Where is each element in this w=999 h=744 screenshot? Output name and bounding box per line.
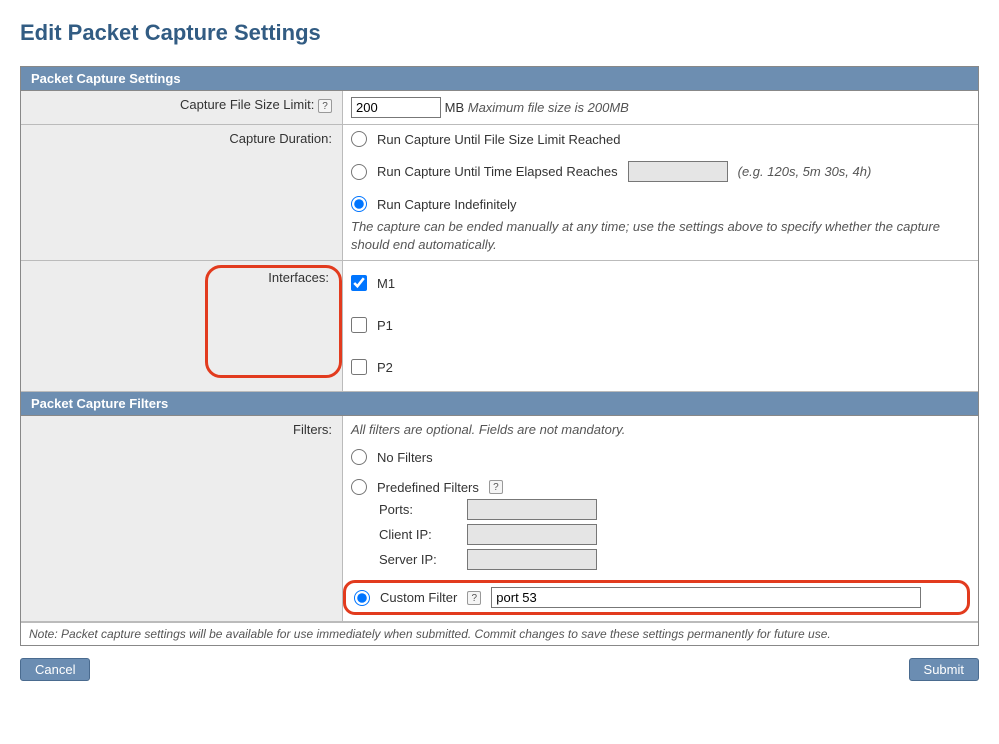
- label-file-size: Capture File Size Limit: ?: [21, 91, 343, 124]
- filters-intro: All filters are optional. Fields are not…: [351, 422, 970, 437]
- help-icon[interactable]: ?: [318, 99, 332, 113]
- time-elapsed-input[interactable]: [628, 161, 728, 182]
- label-interfaces-cell: Interfaces:: [21, 261, 343, 391]
- label-ports: Ports:: [379, 502, 467, 517]
- radio-until-time-label: Run Capture Until Time Elapsed Reaches: [377, 164, 618, 179]
- label-interfaces: Interfaces:: [268, 270, 329, 285]
- duration-note: The capture can be ended manually at any…: [351, 218, 970, 254]
- row-file-size: Capture File Size Limit: ? MB Maximum fi…: [21, 91, 978, 125]
- radio-until-time[interactable]: [351, 164, 367, 180]
- row-filters: Filters: All filters are optional. Field…: [21, 416, 978, 622]
- label-duration: Capture Duration:: [21, 125, 343, 260]
- radio-predefined-label: Predefined Filters: [377, 480, 479, 495]
- checkbox-m1[interactable]: [351, 275, 367, 291]
- settings-panel: Packet Capture Settings Capture File Siz…: [20, 66, 979, 646]
- help-icon[interactable]: ?: [467, 591, 481, 605]
- radio-custom[interactable]: [354, 590, 370, 606]
- value-duration: Run Capture Until File Size Limit Reache…: [343, 125, 978, 260]
- button-bar: Cancel Submit: [20, 658, 979, 681]
- label-client-ip: Client IP:: [379, 527, 467, 542]
- custom-filter-input[interactable]: [491, 587, 921, 608]
- label-file-size-text: Capture File Size Limit:: [180, 97, 314, 112]
- filters-header: Packet Capture Filters: [21, 392, 978, 416]
- checkbox-p2[interactable]: [351, 359, 367, 375]
- label-filters: Filters:: [21, 416, 343, 621]
- file-size-input[interactable]: [351, 97, 441, 118]
- value-interfaces: M1 P1 P2: [343, 261, 978, 391]
- ports-input[interactable]: [467, 499, 597, 520]
- server-ip-input[interactable]: [467, 549, 597, 570]
- radio-no-filters[interactable]: [351, 449, 367, 465]
- radio-custom-label: Custom Filter: [380, 590, 457, 605]
- row-duration: Capture Duration: Run Capture Until File…: [21, 125, 978, 261]
- cancel-button[interactable]: Cancel: [20, 658, 90, 681]
- settings-header: Packet Capture Settings: [21, 67, 978, 91]
- radio-indefinite-label: Run Capture Indefinitely: [377, 197, 516, 212]
- file-size-unit: MB: [445, 100, 465, 115]
- value-filters: All filters are optional. Fields are not…: [343, 416, 978, 621]
- radio-predefined[interactable]: [351, 479, 367, 495]
- row-interfaces: Interfaces: M1 P1 P2: [21, 261, 978, 392]
- radio-indefinite[interactable]: [351, 196, 367, 212]
- help-icon[interactable]: ?: [489, 480, 503, 494]
- custom-filter-highlight: Custom Filter ?: [343, 580, 970, 615]
- file-size-note: Maximum file size is 200MB: [468, 100, 629, 115]
- label-m1: M1: [377, 276, 395, 291]
- label-p1: P1: [377, 318, 393, 333]
- footer-note: Note: Packet capture settings will be av…: [21, 622, 978, 645]
- radio-no-filters-label: No Filters: [377, 450, 433, 465]
- client-ip-input[interactable]: [467, 524, 597, 545]
- submit-button[interactable]: Submit: [909, 658, 979, 681]
- radio-until-size[interactable]: [351, 131, 367, 147]
- label-server-ip: Server IP:: [379, 552, 467, 567]
- radio-until-size-label: Run Capture Until File Size Limit Reache…: [377, 132, 621, 147]
- checkbox-p1[interactable]: [351, 317, 367, 333]
- page-title: Edit Packet Capture Settings: [20, 20, 979, 46]
- label-p2: P2: [377, 360, 393, 375]
- time-hint: (e.g. 120s, 5m 30s, 4h): [738, 164, 872, 179]
- value-file-size: MB Maximum file size is 200MB: [343, 91, 978, 124]
